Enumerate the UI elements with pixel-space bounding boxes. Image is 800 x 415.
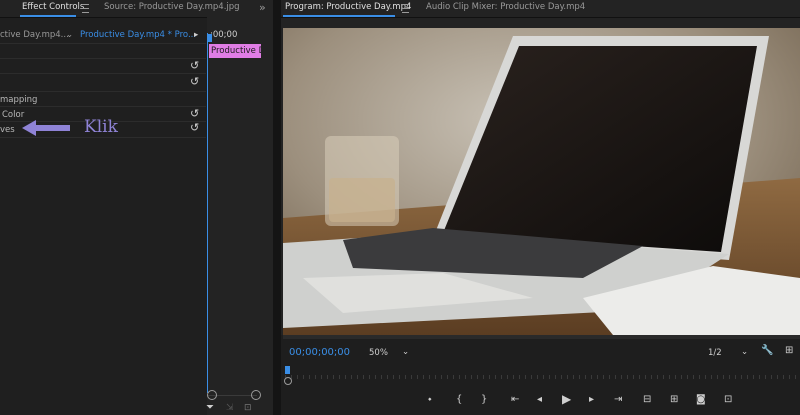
tab-program[interactable]: Program: Productive Day.mp4 (285, 2, 411, 12)
row-label-curves[interactable]: ves (0, 125, 15, 135)
reset-icon[interactable]: ↺ (190, 122, 199, 133)
step-forward-icon[interactable]: ▸ (589, 394, 594, 406)
reset-icon[interactable]: ↺ (190, 60, 199, 71)
multi-camera-icon[interactable]: ⊞ (785, 345, 793, 357)
master-clip-name[interactable]: ctive Day.mp4... (0, 30, 69, 40)
playhead-icon[interactable] (285, 366, 290, 374)
divider (0, 106, 206, 107)
program-video-frame[interactable] (283, 28, 800, 335)
program-tabbar: Program: Productive Day.mp4 Audio Clip M… (281, 0, 800, 18)
tab-effect-controls[interactable]: Effect Controls (22, 2, 84, 12)
mark-out-icon[interactable]: } (481, 394, 487, 406)
reset-icon[interactable]: ↺ (190, 108, 199, 119)
filter-icon[interactable]: ⏷ (206, 402, 214, 413)
panel-menu-icon[interactable] (82, 4, 89, 13)
scrub-bar[interactable] (285, 370, 800, 384)
go-to-in-icon[interactable]: ⇤ (511, 394, 519, 406)
tab-audio-clip-mixer[interactable]: Audio Clip Mixer: Productive Day.mp4 (426, 2, 585, 12)
clip-selector-row: ctive Day.mp4... ⌄ Productive Day.mp4 * … (0, 27, 206, 43)
overwrite-icon[interactable]: ⊞ (670, 394, 678, 406)
share-icon[interactable]: ⊡ (244, 403, 252, 413)
effect-timeline (207, 17, 273, 415)
reset-icon[interactable]: ↺ (190, 76, 199, 87)
camera-icon[interactable]: ◙ (696, 394, 706, 406)
insert-icon[interactable]: ⊟ (643, 394, 651, 406)
wrench-icon[interactable]: 🔧 (761, 345, 773, 357)
divider (0, 43, 206, 44)
work-area-handle[interactable] (284, 377, 292, 385)
collapse-panels-icon[interactable]: » (259, 1, 266, 14)
button-editor-icon[interactable]: ⊡ (724, 394, 732, 406)
effect-controls-tabbar: Effect Controls Source: Productive Day.m… (0, 0, 273, 18)
timeline-timecode: ;00;00 (210, 30, 238, 40)
video-scroll-track[interactable] (283, 335, 800, 339)
zoom-handle-left[interactable] (207, 390, 217, 400)
chevron-down-icon[interactable]: ⌄ (402, 346, 409, 358)
zoom-select[interactable]: 50% (369, 347, 388, 359)
annotation-text: Klik (84, 117, 118, 137)
playhead-line (207, 33, 208, 393)
laptop-image (283, 28, 800, 335)
resolution-select[interactable]: 1/2 (708, 347, 722, 359)
play-icon[interactable]: ▸ (194, 30, 198, 40)
active-tab-indicator (20, 15, 76, 17)
step-back-icon[interactable]: ◂ (537, 394, 542, 406)
export-icon[interactable]: ⇲ (226, 403, 234, 413)
row-label-mapping: mapping (0, 95, 38, 105)
panel-menu-icon[interactable] (402, 4, 409, 13)
marker-icon[interactable]: ⬩ (428, 394, 432, 406)
sequence-clip-name[interactable]: Productive Day.mp4 * Pro... (80, 30, 196, 40)
tab-source[interactable]: Source: Productive Day.mp4.jpg (104, 2, 240, 12)
active-tab-indicator (283, 15, 395, 17)
go-to-out-icon[interactable]: ⇥ (614, 394, 622, 406)
mark-in-icon[interactable]: { (456, 394, 462, 406)
divider (0, 91, 206, 92)
divider (0, 58, 206, 59)
zoom-handle-right[interactable] (251, 390, 261, 400)
play-icon[interactable]: ▶ (562, 393, 571, 405)
divider (0, 73, 206, 74)
chevron-down-icon[interactable]: ⌄ (741, 346, 748, 358)
panel-separator[interactable] (273, 0, 281, 415)
chevron-down-icon[interactable]: ⌄ (66, 30, 73, 40)
annotation-arrow-icon (22, 120, 70, 136)
clip-block[interactable]: Productive D (209, 44, 261, 58)
playhead-timecode[interactable]: 00;00;00;00 (289, 347, 350, 358)
